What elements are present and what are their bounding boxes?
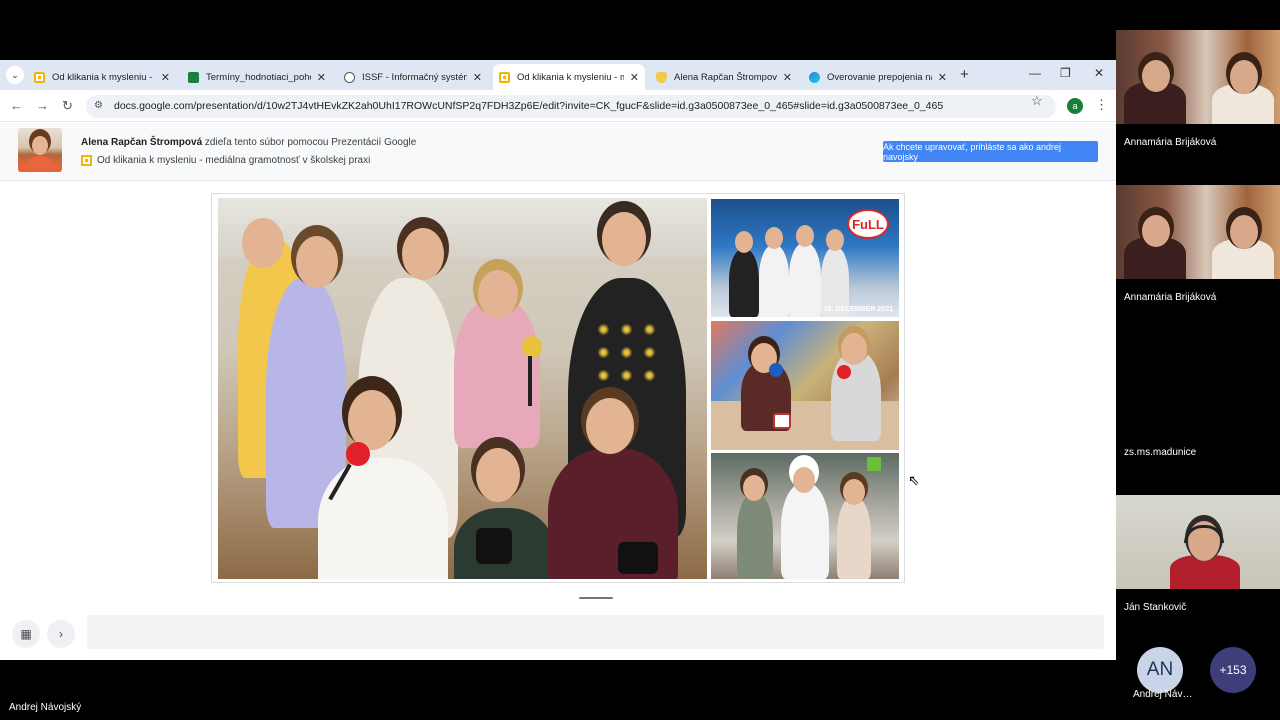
profile-avatar[interactable]: a [1067, 98, 1083, 114]
slide-canvas: FuLL 16. DECEMBER 2021 [211, 193, 905, 583]
participant-video [1116, 30, 1280, 124]
address-bar: ← → ↻ ⚙ docs.google.com/presentation/d/1… [0, 90, 1116, 122]
kitchen-interview-photo [711, 453, 899, 579]
close-tab-icon[interactable]: ✕ [161, 71, 170, 84]
camera-icon [476, 528, 512, 564]
microphone-icon [522, 336, 542, 358]
avatar-name: Andrej Návojský [1133, 689, 1193, 700]
close-tab-icon[interactable]: ✕ [317, 71, 326, 84]
presenter-name: Andrej Návojský [9, 702, 82, 713]
participant-video [1116, 495, 1280, 589]
close-tab-icon[interactable]: ✕ [473, 71, 482, 84]
tv-studio-photo: FuLL 16. DECEMBER 2021 [711, 199, 899, 317]
tab-title: Overovanie prepojenia na [827, 71, 932, 83]
slides-icon [499, 71, 510, 83]
participant-name: Annamária Brijáková [1124, 292, 1217, 303]
owner-avatar [18, 128, 62, 172]
new-tab-button[interactable]: + [960, 66, 969, 83]
tab-title: Termíny_hodnotiaci_pohov [206, 71, 311, 83]
notes-resize-handle[interactable] [579, 597, 613, 599]
camera-icon [618, 542, 658, 574]
tab-title: Od klikania k mysleniu - m [52, 71, 155, 83]
globe-icon [344, 71, 355, 83]
minimize-button[interactable]: — [1029, 66, 1041, 80]
more-participants-button[interactable]: +153 [1210, 647, 1256, 693]
bookmark-star-icon[interactable]: ☆ [1031, 93, 1043, 109]
edge-icon [809, 71, 820, 83]
sign-in-to-edit-button[interactable]: Ak chcete upravovať, prihláste sa ako an… [883, 141, 1098, 162]
tab-overovanie[interactable]: Overovanie prepojenia na ✕ [803, 64, 953, 90]
tab-od-klikania-active[interactable]: Od klikania k mysleniu - m ✕ [493, 64, 645, 90]
participant-tile[interactable]: Annamária Brijáková [1116, 30, 1280, 185]
url-text: docs.google.com/presentation/d/10w2TJ4vt… [114, 100, 944, 112]
tab-title: Alena Rapčan Štrompová [674, 71, 777, 83]
bottom-bar: ▦ › [0, 610, 1116, 660]
share-message: Alena Rapčan Štrompová zdieľa tento súbo… [81, 137, 416, 148]
microphone-icon [346, 442, 370, 466]
tab-od-klikania-1[interactable]: Od klikania k mysleniu - m ✕ [28, 64, 176, 90]
back-icon[interactable]: ← [10, 98, 23, 113]
mouse-cursor-icon: ⇖ [908, 472, 920, 488]
tab-bar: ⌄ Od klikania k mysleniu - m ✕ Termíny_h… [0, 60, 1116, 90]
microphone-icon [769, 363, 783, 377]
reload-icon[interactable]: ↻ [62, 98, 73, 114]
tab-title: Od klikania k mysleniu - m [517, 71, 624, 83]
participant-tile[interactable]: Annamária Brijáková [1116, 185, 1280, 340]
shield-icon [656, 71, 667, 83]
browser-menu-icon[interactable]: ⋮ [1095, 97, 1108, 113]
tab-search-icon[interactable]: ⌄ [6, 66, 24, 84]
browser-window: ⌄ Od klikania k mysleniu - m ✕ Termíny_h… [0, 60, 1116, 660]
headset-icon [1184, 525, 1224, 543]
url-field[interactable]: ⚙ docs.google.com/presentation/d/10w2TJ4… [86, 95, 1056, 118]
grid-view-icon[interactable]: ▦ [12, 620, 40, 648]
participant-avatar[interactable]: AN [1137, 647, 1183, 693]
participant-name: Annamária Brijáková [1124, 137, 1217, 148]
close-tab-icon[interactable]: ✕ [938, 71, 947, 84]
tv-date-caption: 16. DECEMBER 2021 [823, 306, 893, 313]
radio-studio-photo [711, 321, 899, 450]
close-window-button[interactable]: ✕ [1094, 66, 1104, 80]
tab-alena[interactable]: Alena Rapčan Štrompová ✕ [650, 64, 798, 90]
participant-tile[interactable]: zs.ms.madunice [1116, 340, 1280, 495]
slides-icon [81, 155, 92, 166]
restore-button[interactable]: ❐ [1060, 66, 1071, 80]
students-photo [218, 198, 707, 579]
sheets-icon [188, 71, 199, 83]
speaker-notes-area[interactable] [87, 615, 1104, 649]
close-tab-icon[interactable]: ✕ [783, 71, 792, 84]
forward-icon[interactable]: → [36, 98, 49, 113]
share-text: zdieľa tento súbor pomocou Prezentácií G… [202, 137, 417, 148]
site-settings-icon[interactable]: ⚙ [94, 100, 103, 111]
tab-issf[interactable]: ISSF - Informačný systém ✕ [338, 64, 488, 90]
meeting-screen: ⌄ Od klikania k mysleniu - m ✕ Termíny_h… [0, 0, 1280, 720]
close-tab-icon[interactable]: ✕ [630, 71, 639, 84]
microphone-icon [837, 365, 851, 379]
participant-video [1116, 185, 1280, 279]
doc-title: Od klikania k mysleniu - mediálna gramot… [97, 155, 371, 166]
tv-show-logo: FuLL [847, 209, 889, 239]
participant-name: zs.ms.madunice [1124, 447, 1197, 458]
chevron-right-icon[interactable]: › [47, 620, 75, 648]
slides-icon [34, 71, 45, 83]
owner-name: Alena Rapčan Štrompová [81, 137, 203, 148]
doc-title-row: Od klikania k mysleniu - mediálna gramot… [81, 155, 370, 166]
participant-tile[interactable]: Ján Stankovič [1116, 495, 1280, 650]
share-banner: Alena Rapčan Štrompová zdieľa tento súbo… [0, 123, 1116, 181]
tab-title: ISSF - Informačný systém [362, 71, 467, 83]
participant-name: Ján Stankovič [1124, 602, 1187, 613]
tab-terminy[interactable]: Termíny_hodnotiaci_pohov ✕ [182, 64, 332, 90]
